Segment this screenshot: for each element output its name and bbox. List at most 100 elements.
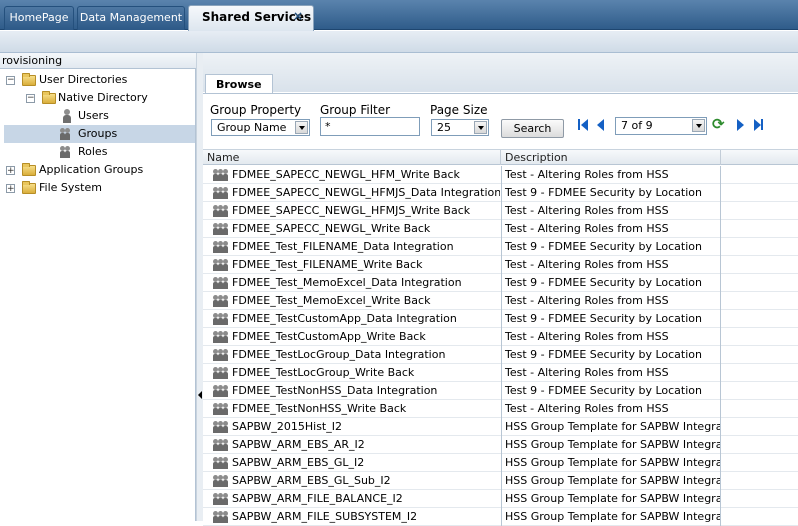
group-name: SAPBW_ARM_EBS_AR_I2 <box>232 438 365 451</box>
group-name-cell[interactable]: FDMEE_TestCustomApp_Write Back <box>209 328 500 346</box>
table-row[interactable]: FDMEE_TestLocGroup_Data Integration Test … <box>203 346 798 364</box>
group-name-cell[interactable]: SAPBW_ARM_FILE_SUBSYSTEM_I2 <box>209 508 500 526</box>
group-name: SAPBW_ARM_EBS_GL_I2 <box>232 456 365 469</box>
group-name-cell[interactable]: FDMEE_SAPECC_NEWGL_Write Back <box>209 220 500 238</box>
selected-value: Group Name <box>217 121 287 134</box>
tree-item-users[interactable]: Users <box>0 107 196 125</box>
table-row[interactable]: SAPBW_ARM_EBS_GL_Sub_I2 HSS Group Templat… <box>203 472 798 490</box>
table-row[interactable]: FDMEE_TestNonHSS_Write Back Test - Alteri… <box>203 400 798 418</box>
expand-icon[interactable]: + <box>6 184 15 194</box>
column-header-name[interactable]: Name <box>203 150 501 165</box>
group-description: HSS Group Template for SAPBW Integration <box>501 472 721 490</box>
group-name-cell[interactable]: SAPBW_2015Hist_I2 <box>209 418 500 436</box>
tree-item-user-directories[interactable]: − User Directories <box>0 71 196 89</box>
group-name: FDMEE_SAPECC_NEWGL_HFMJS_Write Back <box>232 204 471 217</box>
table-row[interactable]: SAPBW_2015Hist_I2 HSS Group Template for … <box>203 418 798 436</box>
collapse-icon[interactable]: − <box>6 76 15 85</box>
group-filter-input[interactable]: * <box>320 117 420 136</box>
table-row[interactable]: SAPBW_ARM_FILE_BALANCE_I2 HSS Group Templ… <box>203 490 798 508</box>
table-row[interactable]: FDMEE_SAPECC_NEWGL_HFM_Write Back Test - … <box>203 166 798 184</box>
group-icon <box>213 205 229 217</box>
group-icon <box>60 128 76 140</box>
tab-data-management[interactable]: Data Management <box>77 6 185 30</box>
empty-cell <box>721 292 798 310</box>
tab-label: HomePage <box>9 11 69 24</box>
table-row[interactable]: FDMEE_SAPECC_NEWGL_HFMJS_Write Back Test … <box>203 202 798 220</box>
group-name-cell[interactable]: SAPBW_ARM_EBS_GL_I2 <box>209 454 500 472</box>
table-row[interactable]: SAPBW_ARM_EBS_GL_I2 HSS Group Template fo… <box>203 454 798 472</box>
table-row[interactable]: FDMEE_Test_FILENAME_Write Back Test - Alt… <box>203 256 798 274</box>
page-size-select[interactable]: 25 <box>431 119 489 136</box>
group-name-cell[interactable]: FDMEE_Test_FILENAME_Write Back <box>209 256 500 274</box>
tree-item-native-directory[interactable]: − Native Directory <box>0 89 196 107</box>
empty-cell <box>721 184 798 202</box>
tree-item-groups[interactable]: Groups <box>4 125 195 143</box>
group-name-cell[interactable]: FDMEE_Test_FILENAME_Data Integration <box>209 238 500 256</box>
group-name: FDMEE_SAPECC_NEWGL_HFMJS_Data Integratio… <box>232 186 500 199</box>
group-property-select[interactable]: Group Name <box>211 119 310 136</box>
empty-cell <box>721 436 798 454</box>
empty-cell <box>721 400 798 418</box>
close-icon[interactable]: × <box>293 5 303 27</box>
group-name-cell[interactable]: FDMEE_Test_MemoExcel_Data Integration <box>209 274 500 292</box>
table-row[interactable]: FDMEE_Test_FILENAME_Data Integration Test… <box>203 238 798 256</box>
group-name-cell[interactable]: SAPBW_ARM_EBS_GL_Sub_I2 <box>209 472 500 490</box>
tree-label: File System <box>39 181 102 194</box>
tree-item-file-system[interactable]: + File System <box>0 179 196 197</box>
collapse-icon[interactable]: − <box>26 94 35 103</box>
refresh-icon[interactable]: ⟳ <box>712 117 728 132</box>
table-row[interactable]: FDMEE_TestCustomApp_Data Integration Test… <box>203 310 798 328</box>
table-row[interactable]: FDMEE_Test_MemoExcel_Data Integration Tes… <box>203 274 798 292</box>
next-page-icon[interactable] <box>736 118 748 132</box>
group-name: FDMEE_Test_MemoExcel_Data Integration <box>232 276 462 289</box>
table-row[interactable]: SAPBW_ARM_FILE_SUBSYSTEM_I2 HSS Group Tem… <box>203 508 798 526</box>
page-select[interactable]: 7 of 9 <box>615 117 707 135</box>
group-icon <box>213 403 229 415</box>
group-icon <box>213 277 229 289</box>
tab-browse[interactable]: Browse <box>205 74 273 94</box>
empty-cell <box>721 310 798 328</box>
group-name-cell[interactable]: SAPBW_ARM_FILE_BALANCE_I2 <box>209 490 500 508</box>
tree-label: User Directories <box>39 73 128 86</box>
group-name-cell[interactable]: SAPBW_ARM_EBS_AR_I2 <box>209 436 500 454</box>
group-name-cell[interactable]: FDMEE_SAPECC_NEWGL_HFMJS_Data Integratio… <box>209 184 500 202</box>
group-name-cell[interactable]: FDMEE_TestLocGroup_Write Back <box>209 364 500 382</box>
group-name-cell[interactable]: FDMEE_TestNonHSS_Write Back <box>209 400 500 418</box>
empty-cell <box>721 490 798 508</box>
group-name-cell[interactable]: FDMEE_SAPECC_NEWGL_HFMJS_Write Back <box>209 202 500 220</box>
panel-splitter[interactable] <box>196 53 203 521</box>
group-name-cell[interactable]: FDMEE_SAPECC_NEWGL_HFM_Write Back <box>209 166 500 184</box>
tab-shared-services[interactable]: Shared Services × <box>188 5 314 31</box>
table-row[interactable]: FDMEE_TestLocGroup_Write Back Test - Alte… <box>203 364 798 382</box>
table-row[interactable]: FDMEE_Test_MemoExcel_Write Back Test - Al… <box>203 292 798 310</box>
table-row[interactable]: SAPBW_ARM_EBS_AR_I2 HSS Group Template fo… <box>203 436 798 454</box>
empty-cell <box>721 472 798 490</box>
column-header-description[interactable]: Description <box>501 150 721 165</box>
search-button[interactable]: Search <box>501 119 564 138</box>
page-indicator: 7 of 9 <box>621 119 653 132</box>
group-description: HSS Group Template for SAPBW Integration <box>501 418 721 436</box>
table-row[interactable]: FDMEE_SAPECC_NEWGL_Write Back Test - Alte… <box>203 220 798 238</box>
table-row[interactable]: FDMEE_SAPECC_NEWGL_HFMJS_Data Integratio… <box>203 184 798 202</box>
table-row[interactable]: FDMEE_TestNonHSS_Data Integration Test 9 … <box>203 382 798 400</box>
group-name-cell[interactable]: FDMEE_TestLocGroup_Data Integration <box>209 346 500 364</box>
group-icon <box>213 457 229 469</box>
group-name-cell[interactable]: FDMEE_TestNonHSS_Data Integration <box>209 382 500 400</box>
last-page-icon[interactable] <box>753 118 765 132</box>
collapse-panel-icon[interactable] <box>198 391 202 399</box>
tree-item-application-groups[interactable]: + Application Groups <box>0 161 196 179</box>
panel-header: rovisioning <box>0 53 196 69</box>
tree-item-roles[interactable]: Roles <box>0 143 196 161</box>
previous-page-icon[interactable] <box>596 118 608 132</box>
selected-value: 25 <box>437 121 451 134</box>
group-name-cell[interactable]: FDMEE_Test_MemoExcel_Write Back <box>209 292 500 310</box>
expand-icon[interactable]: + <box>6 166 15 176</box>
group-name-cell[interactable]: FDMEE_TestCustomApp_Data Integration <box>209 310 500 328</box>
group-icon <box>213 511 229 523</box>
table-row[interactable]: FDMEE_TestCustomApp_Write Back Test - Alt… <box>203 328 798 346</box>
first-page-icon[interactable] <box>577 118 589 132</box>
tab-homepage[interactable]: HomePage <box>4 6 74 30</box>
empty-cell <box>721 256 798 274</box>
group-icon <box>213 349 229 361</box>
group-name: FDMEE_TestCustomApp_Write Back <box>232 330 426 343</box>
